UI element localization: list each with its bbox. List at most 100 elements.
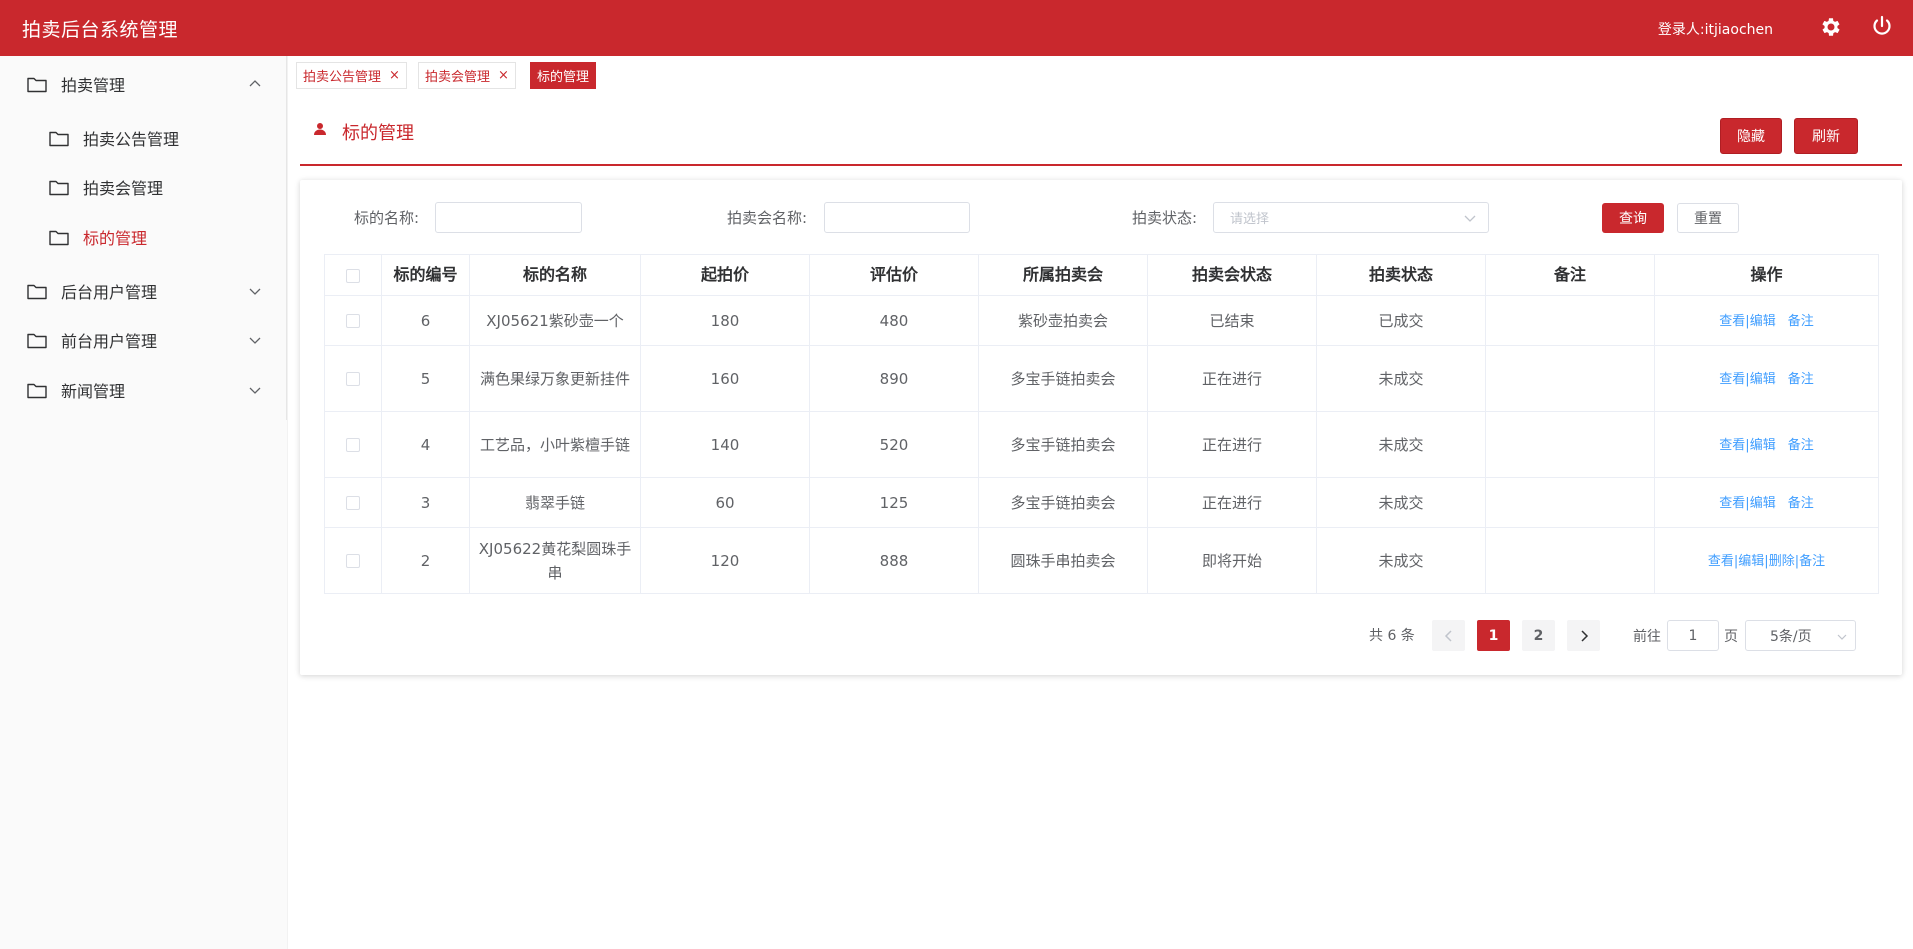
- cell-name: 满色果绿万象更新挂件: [469, 345, 641, 412]
- edit-link[interactable]: 编辑: [1750, 496, 1776, 511]
- column-header: 备注: [1485, 254, 1655, 296]
- view-link[interactable]: 查看: [1719, 496, 1745, 511]
- goto-page-input[interactable]: [1667, 620, 1719, 651]
- cell-appraisal: 125: [809, 477, 979, 528]
- chevron-down-icon: [1837, 634, 1847, 640]
- sidebar-item-label: 后台用户管理: [61, 283, 158, 302]
- prev-page-button[interactable]: [1432, 620, 1465, 651]
- lot-table: 标的编号 标的名称 起拍价 评估价 所属拍卖会 拍卖会状态 拍卖状态 备注 操作…: [324, 254, 1879, 594]
- row-checkbox[interactable]: [346, 314, 360, 328]
- chevron-left-icon: [1444, 629, 1452, 642]
- edit-link[interactable]: 编辑: [1750, 314, 1776, 329]
- chevron-up-icon: [249, 80, 261, 87]
- close-icon[interactable]: ×: [498, 68, 509, 83]
- remark-link[interactable]: 备注: [1788, 496, 1814, 511]
- select-placeholder: 请选择: [1230, 212, 1270, 227]
- cell-status: 未成交: [1316, 345, 1486, 412]
- login-user-label: 登录人:itjiaochen: [1657, 22, 1773, 38]
- item-name-label: 标的名称:: [354, 209, 420, 227]
- cell-auction-status: 即将开始: [1147, 527, 1317, 594]
- cell-auction-status: 已结束: [1147, 295, 1317, 346]
- remark-link[interactable]: 备注: [1788, 372, 1814, 387]
- cell-actions: 查看|编辑 备注: [1654, 477, 1879, 528]
- tab-auction-session[interactable]: 拍卖会管理 ×: [418, 62, 516, 89]
- query-button[interactable]: 查询: [1602, 203, 1664, 233]
- cell-actions: 查看|编辑 备注: [1654, 345, 1879, 412]
- cell-name: XJ05622黄花梨圆珠手串: [469, 527, 641, 594]
- sidebar-item-label: 拍卖公告管理: [83, 130, 180, 149]
- edit-link[interactable]: 编辑: [1750, 438, 1776, 453]
- view-link[interactable]: 查看: [1708, 554, 1734, 569]
- chevron-down-icon: [249, 337, 261, 344]
- item-name-input[interactable]: [435, 202, 582, 233]
- remark-link[interactable]: 备注: [1799, 554, 1825, 569]
- cell-id: 4: [381, 411, 470, 478]
- sidebar-item-label: 拍卖会管理: [83, 179, 164, 198]
- remark-link[interactable]: 备注: [1788, 314, 1814, 329]
- row-select-cell: [324, 527, 382, 594]
- sidebar-item-auction-management[interactable]: 拍卖管理: [0, 60, 286, 108]
- page-button-1[interactable]: 1: [1477, 620, 1510, 651]
- remark-link[interactable]: 备注: [1788, 438, 1814, 453]
- chevron-down-icon: [1464, 215, 1476, 222]
- refresh-button[interactable]: 刷新: [1794, 118, 1858, 154]
- tab-auction-notice[interactable]: 拍卖公告管理 ×: [296, 62, 407, 89]
- auction-name-input[interactable]: [824, 202, 970, 233]
- sidebar-item-label: 新闻管理: [61, 382, 126, 401]
- next-page-button[interactable]: [1567, 620, 1600, 651]
- row-checkbox[interactable]: [346, 554, 360, 568]
- folder-icon: [27, 284, 47, 299]
- auction-status-select[interactable]: 请选择: [1213, 202, 1489, 233]
- cell-status: 已成交: [1316, 295, 1486, 346]
- cell-id: 6: [381, 295, 470, 346]
- row-checkbox[interactable]: [346, 438, 360, 452]
- view-link[interactable]: 查看: [1719, 438, 1745, 453]
- cell-appraisal: 890: [809, 345, 979, 412]
- cell-id: 5: [381, 345, 470, 412]
- cell-id: 3: [381, 477, 470, 528]
- sidebar-item-label: 前台用户管理: [61, 332, 158, 351]
- folder-icon: [27, 333, 47, 348]
- reset-button[interactable]: 重置: [1677, 203, 1739, 233]
- sidebar-item-news[interactable]: 新闻管理: [0, 366, 286, 414]
- folder-icon: [49, 180, 69, 195]
- page-button-2[interactable]: 2: [1522, 620, 1555, 651]
- cell-remark: [1485, 477, 1655, 528]
- gear-icon[interactable]: [1819, 15, 1843, 39]
- sidebar-item-frontend-users[interactable]: 前台用户管理: [0, 316, 286, 364]
- sidebar-item-auction-session[interactable]: 拍卖会管理: [0, 163, 286, 211]
- row-checkbox[interactable]: [346, 372, 360, 386]
- page-size-select[interactable]: 5条/页: [1745, 620, 1856, 651]
- cell-auction-status: 正在进行: [1147, 345, 1317, 412]
- power-icon[interactable]: [1870, 14, 1894, 38]
- cell-auction-status: 正在进行: [1147, 477, 1317, 528]
- table-row: 3 翡翠手链 60 125 多宝手链拍卖会 正在进行 未成交 查看|编辑 备注: [324, 477, 1879, 528]
- hide-button[interactable]: 隐藏: [1720, 118, 1782, 154]
- user-icon: [314, 123, 326, 135]
- chevron-down-icon: [249, 387, 261, 394]
- column-header: 操作: [1654, 254, 1879, 296]
- tab-lot-management[interactable]: 标的管理: [530, 62, 597, 89]
- edit-link[interactable]: 编辑: [1738, 554, 1764, 569]
- cell-actions: 查看|编辑 备注: [1654, 411, 1879, 478]
- column-header: 标的编号: [381, 254, 470, 296]
- cell-actions: 查看|编辑 备注: [1654, 295, 1879, 346]
- select-all-checkbox[interactable]: [346, 268, 360, 283]
- sidebar-item-lot-management[interactable]: 标的管理: [0, 213, 286, 261]
- folder-icon: [49, 131, 69, 146]
- cell-remark: [1485, 345, 1655, 412]
- row-select-cell: [324, 345, 382, 412]
- view-link[interactable]: 查看: [1719, 372, 1745, 387]
- view-link[interactable]: 查看: [1719, 314, 1745, 329]
- sidebar-item-backend-users[interactable]: 后台用户管理: [0, 267, 286, 315]
- delete-link[interactable]: 删除: [1769, 554, 1795, 569]
- edit-link[interactable]: 编辑: [1750, 372, 1776, 387]
- sidebar-item-auction-notice[interactable]: 拍卖公告管理: [0, 114, 286, 162]
- close-icon[interactable]: ×: [389, 68, 400, 83]
- row-checkbox[interactable]: [346, 496, 360, 510]
- cell-appraisal: 888: [809, 527, 979, 594]
- page-size-value: 5条/页: [1770, 628, 1812, 645]
- table-row: 4 工艺品，小叶紫檀手链 140 520 多宝手链拍卖会 正在进行 未成交 查看…: [324, 411, 1879, 478]
- auction-status-label: 拍卖状态:: [1132, 209, 1198, 227]
- cell-auction: 紫砂壶拍卖会: [978, 295, 1148, 346]
